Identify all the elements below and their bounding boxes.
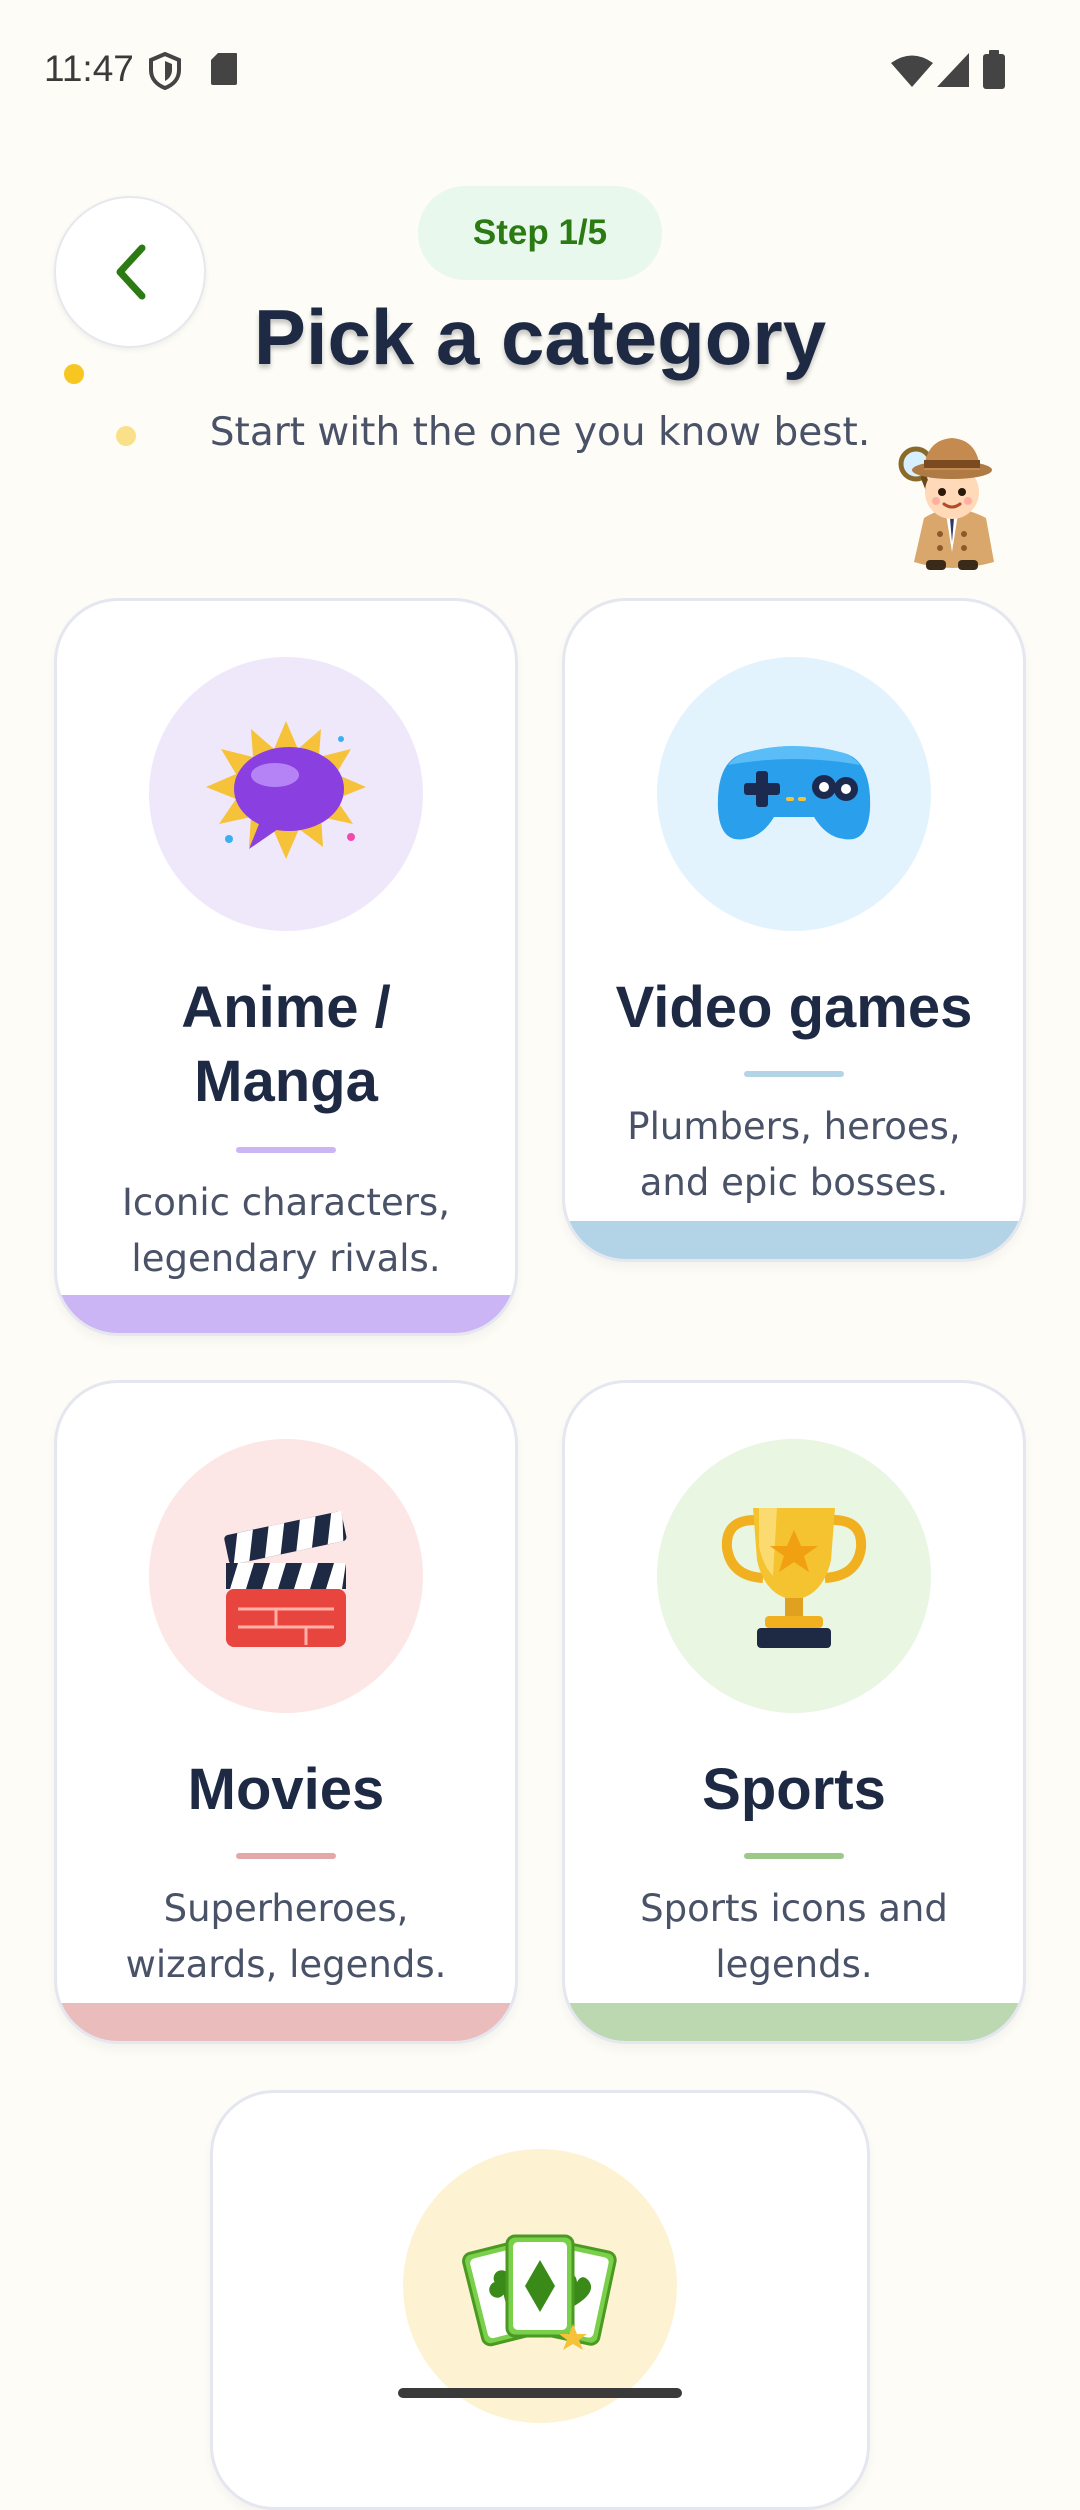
card-description: Plumbers, heroes, and epic bosses. bbox=[627, 1105, 961, 1204]
card-accent-strip bbox=[57, 2003, 515, 2041]
battery-icon bbox=[982, 50, 1006, 94]
card-divider bbox=[744, 1071, 844, 1077]
category-card-anime-manga[interactable]: Anime / Manga Iconic characters, legenda… bbox=[54, 598, 518, 1336]
card-icon-circle bbox=[657, 1439, 931, 1713]
decorative-dot bbox=[64, 364, 84, 384]
card-description: Iconic characters, legendary rivals. bbox=[122, 1181, 450, 1280]
speech-bubble-icon bbox=[201, 719, 371, 869]
trophy-icon bbox=[719, 1496, 869, 1656]
category-card-cards[interactable] bbox=[210, 2090, 870, 2510]
status-bar: 11:47 bbox=[0, 0, 1080, 140]
wifi-icon bbox=[890, 54, 934, 92]
card-title: Movies bbox=[187, 1757, 385, 1822]
category-card-movies[interactable]: Movies Superheroes, wizards, legends. bbox=[54, 1380, 518, 2044]
card-divider bbox=[236, 1853, 336, 1859]
signal-icon bbox=[936, 52, 970, 92]
card-icon-circle bbox=[149, 657, 423, 931]
card-accent-strip bbox=[57, 1295, 515, 1333]
detective-mascot bbox=[896, 434, 1008, 576]
decorative-dot bbox=[116, 426, 136, 446]
status-time: 11:47 bbox=[44, 48, 134, 89]
card-description: Sports icons and legends. bbox=[640, 1887, 948, 1986]
card-divider bbox=[236, 1147, 336, 1153]
step-indicator: Step 1/5 bbox=[418, 186, 662, 280]
playing-cards-icon bbox=[455, 2216, 625, 2356]
clapperboard-icon bbox=[216, 1501, 356, 1651]
shield-icon bbox=[148, 51, 182, 94]
category-card-video-games[interactable]: Video games Plumbers, heroes, and epic b… bbox=[562, 598, 1026, 1262]
home-indicator[interactable] bbox=[398, 2388, 682, 2398]
card-description: Superheroes, wizards, legends. bbox=[125, 1887, 447, 1986]
category-card-sports[interactable]: Sports Sports icons and legends. bbox=[562, 1380, 1026, 2044]
card-title: Video games bbox=[615, 975, 973, 1040]
card-icon-circle bbox=[657, 657, 931, 931]
card-title: Sports bbox=[702, 1757, 886, 1822]
card-icon-circle bbox=[403, 2149, 677, 2423]
card-accent-strip bbox=[565, 2003, 1023, 2041]
card-icon-circle bbox=[149, 1439, 423, 1713]
card-accent-strip bbox=[565, 1221, 1023, 1259]
page-title: Pick a category bbox=[253, 293, 827, 381]
sd-card-icon bbox=[210, 52, 238, 90]
gamepad-icon bbox=[714, 739, 874, 849]
card-title: Anime / Manga bbox=[181, 975, 391, 1114]
card-divider bbox=[744, 1853, 844, 1859]
